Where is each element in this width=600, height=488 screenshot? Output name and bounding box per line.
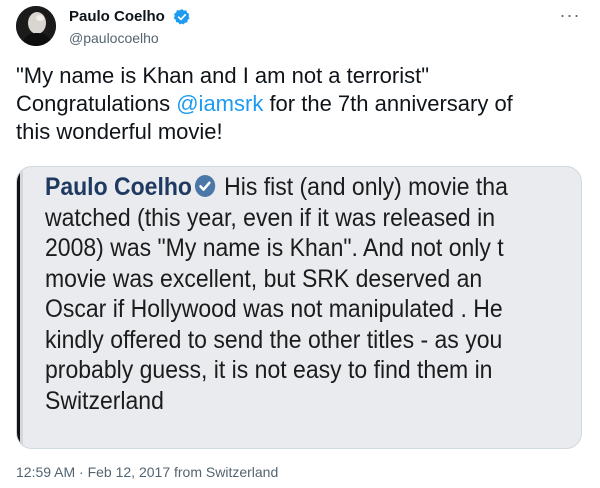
quoted-line: Switzerland: [45, 386, 164, 415]
tweet: Paulo Coelho @paulocoelho ··· "My name i…: [0, 0, 600, 488]
author-handle[interactable]: @paulocoelho: [69, 29, 159, 47]
avatar[interactable]: [16, 6, 56, 46]
quoted-line: kindly offered to send the other titles …: [45, 325, 503, 354]
quoted-verified-badge-icon: [194, 175, 215, 197]
quoted-author-name: Paulo Coelho: [45, 173, 192, 201]
quoted-line: Oscar if Hollywood was not manipulated .…: [45, 295, 503, 323]
tweet-media-image[interactable]: Paulo Coelho His fist (and only) movie t…: [16, 166, 582, 449]
mention-link[interactable]: @iamsrk: [176, 91, 263, 116]
verified-badge-icon: [173, 9, 190, 25]
tweet-text: "My name is Khan and I am not a terroris…: [16, 62, 582, 146]
image-edge: [17, 167, 23, 448]
author-name[interactable]: Paulo Coelho: [69, 8, 165, 26]
quoted-line: movie was excellent, but SRK deserved an: [45, 264, 483, 293]
tweet-text-line: this wonderful movie!: [16, 119, 223, 144]
tweet-text-line: "My name is Khan and I am not a terroris…: [16, 63, 430, 88]
tweet-text-segment: for the 7th anniversary of: [263, 91, 513, 116]
quoted-line: probably guess, it is not easy to find t…: [45, 356, 493, 384]
quoted-line: watched (this year, even if it was relea…: [45, 203, 496, 232]
quoted-line: His fist (and only) movie tha: [217, 173, 508, 201]
more-options-icon[interactable]: ···: [556, 6, 584, 26]
quoted-image-text: Paulo Coelho His fist (and only) movie t…: [45, 172, 560, 416]
quoted-line: 2008) was "My name is Khan". And not onl…: [45, 234, 504, 262]
avatar-photo-icon: [16, 6, 56, 46]
tweet-timestamp[interactable]: 12:59 AM · Feb 12, 2017 from Switzerland: [16, 463, 278, 481]
tweet-text-segment: Congratulations: [16, 91, 177, 116]
